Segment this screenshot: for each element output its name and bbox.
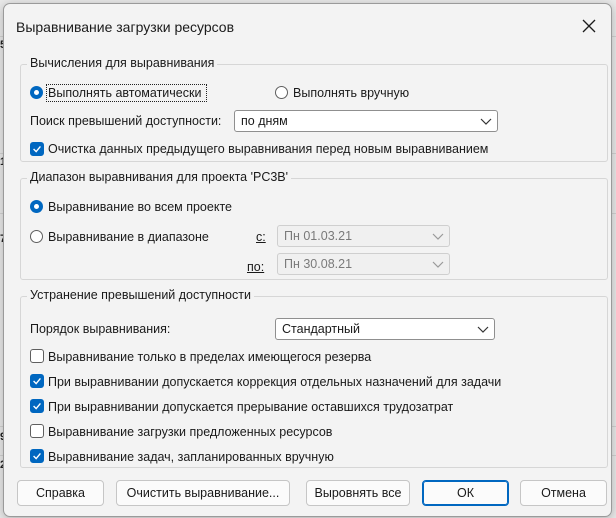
split-work-label[interactable]: При выравнивании допускается прерывание …	[48, 400, 453, 414]
clear-leveling-button[interactable]: Очистить выравнивание...	[116, 480, 290, 506]
proposed-resources-label[interactable]: Выравнивание загрузки предложенных ресур…	[48, 425, 332, 439]
search-value: по дням	[241, 114, 288, 128]
leveling-dialog: Выравнивание загрузки ресурсов Вычислени…	[3, 3, 612, 517]
chevron-down-icon	[432, 261, 444, 268]
adjust-assignments-checkbox[interactable]	[30, 374, 44, 388]
slack-only-checkbox[interactable]	[30, 349, 44, 363]
chevron-down-icon	[432, 233, 444, 240]
title-bar: Выравнивание загрузки ресурсов	[4, 4, 611, 48]
ok-button[interactable]: ОК	[422, 480, 509, 506]
range-group: Диапазон выравнивания для проекта 'PC3B'…	[20, 170, 608, 280]
split-work-checkbox[interactable]	[30, 399, 44, 413]
checkmark-icon	[33, 402, 41, 410]
from-date-value: Пн 01.03.21	[284, 229, 353, 243]
to-date-value: Пн 30.08.21	[284, 257, 353, 271]
to-date-picker[interactable]: Пн 30.08.21	[277, 253, 450, 275]
from-label: с:	[256, 230, 266, 244]
level-all-button[interactable]: Выровнять все	[306, 480, 410, 506]
range-legend: Диапазон выравнивания для проекта 'PC3B'	[27, 170, 292, 184]
order-label: Порядок выравнивания:	[30, 322, 171, 336]
slack-only-label[interactable]: Выравнивание только в пределах имеющегос…	[48, 350, 371, 364]
checkmark-icon	[33, 377, 41, 385]
resolve-group: Устранение превышений доступности Порядо…	[20, 288, 608, 468]
chevron-down-icon	[480, 118, 492, 125]
calc-legend: Вычисления для выравнивания	[27, 56, 218, 70]
search-dropdown[interactable]: по дням	[234, 110, 498, 132]
order-value: Стандартный	[282, 322, 360, 336]
dialog-title: Выравнивание загрузки ресурсов	[16, 19, 235, 35]
auto-radio[interactable]	[30, 86, 43, 99]
cancel-button[interactable]: Отмена	[520, 480, 607, 506]
search-label: Поиск превышений доступности:	[30, 114, 222, 128]
whole-project-radio[interactable]	[30, 200, 43, 213]
checkmark-icon	[33, 452, 41, 460]
clear-label[interactable]: Очистка данных предыдущего выравнивания …	[48, 142, 488, 156]
whole-project-label[interactable]: Выравнивание во всем проекте	[48, 200, 232, 214]
close-icon[interactable]	[580, 17, 598, 35]
from-date-picker[interactable]: Пн 01.03.21	[277, 225, 450, 247]
manual-tasks-label[interactable]: Выравнивание задач, запланированных вруч…	[48, 450, 334, 464]
chevron-down-icon	[477, 326, 489, 333]
adjust-assignments-label[interactable]: При выравнивании допускается коррекция о…	[48, 375, 501, 389]
to-label: по:	[247, 260, 265, 274]
proposed-resources-checkbox[interactable]	[30, 424, 44, 438]
clear-checkbox[interactable]	[30, 142, 44, 156]
checkmark-icon	[33, 145, 41, 153]
manual-label[interactable]: Выполнять вручную	[293, 86, 409, 100]
help-button[interactable]: Справка	[17, 480, 104, 506]
manual-radio[interactable]	[275, 86, 288, 99]
resolve-legend: Устранение превышений доступности	[27, 288, 254, 302]
range-label[interactable]: Выравнивание в диапазоне	[48, 230, 209, 244]
auto-label[interactable]: Выполнять автоматически	[48, 86, 201, 100]
order-dropdown[interactable]: Стандартный	[275, 318, 495, 340]
manual-tasks-checkbox[interactable]	[30, 449, 44, 463]
calc-group: Вычисления для выравнивания Выполнять ав…	[20, 56, 608, 162]
range-radio[interactable]	[30, 230, 43, 243]
